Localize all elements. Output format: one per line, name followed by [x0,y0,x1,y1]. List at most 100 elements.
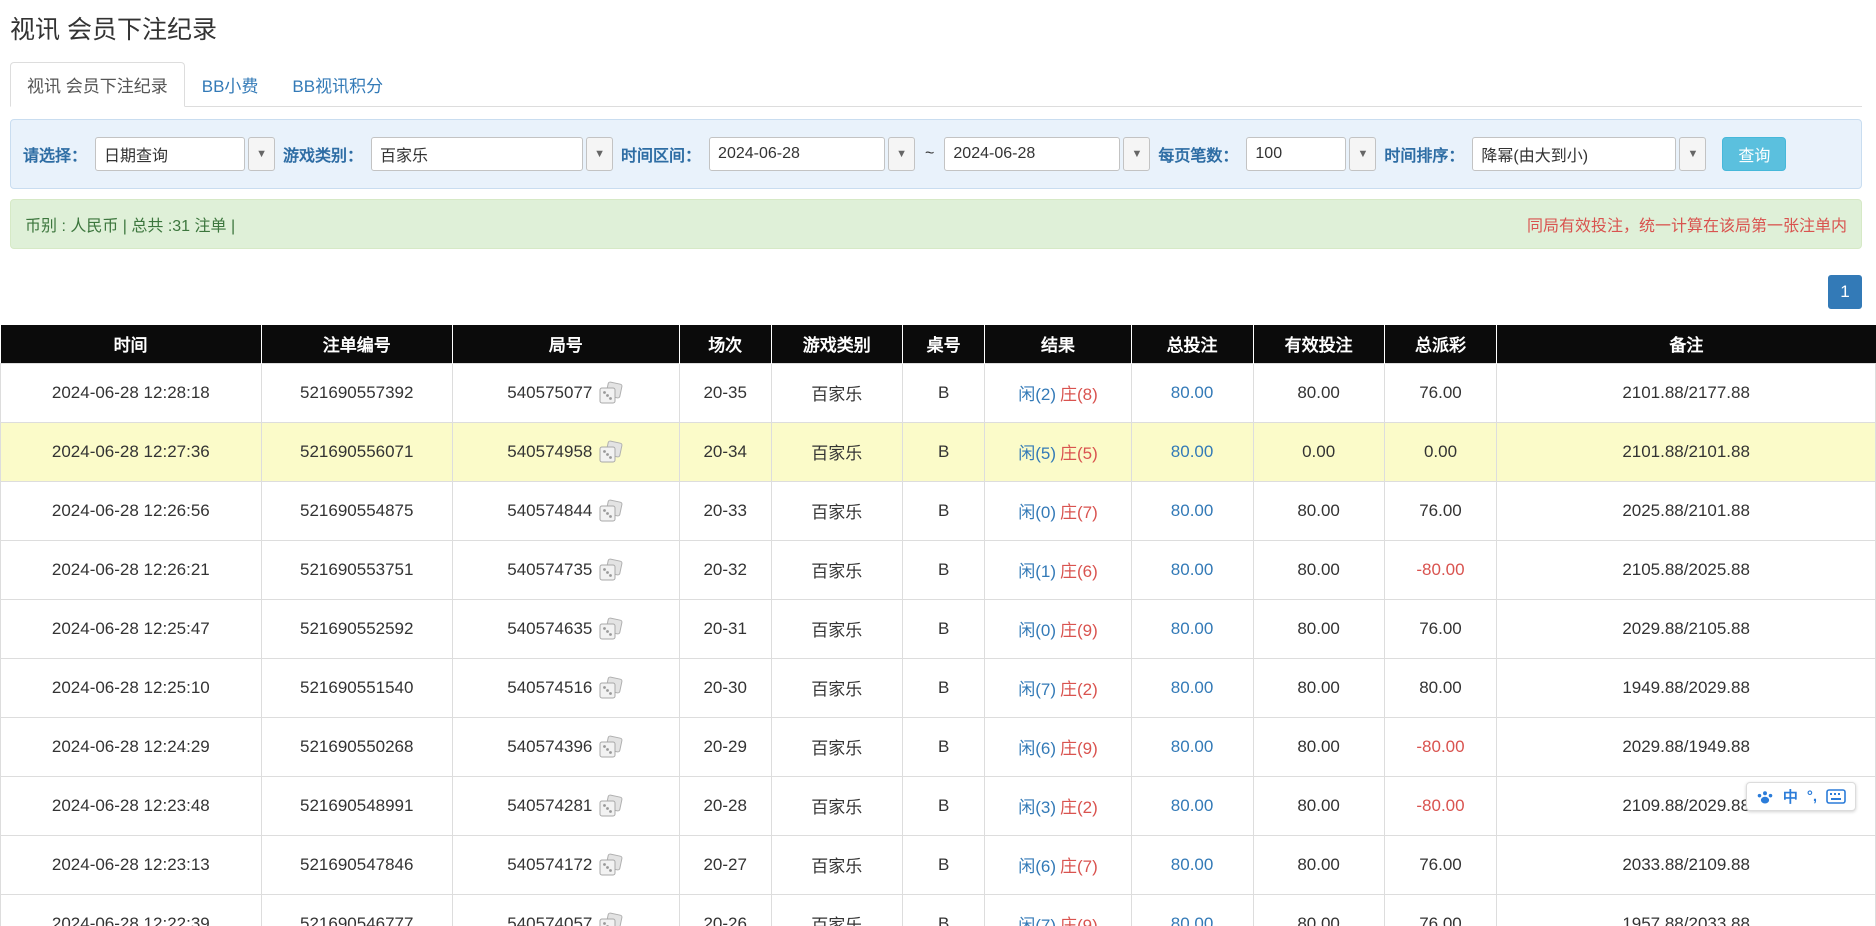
result-player: 闲(0) [1018,621,1056,640]
cell-session: 20-31 [679,599,771,658]
cell-total-bet: 80.00 [1131,717,1253,776]
page-button-1[interactable]: 1 [1828,275,1862,309]
table-row: 2024-06-28 12:22:39 521690546777 5405740… [1,894,1876,926]
cell-table-no: B [902,658,985,717]
cell-result: 闲(2)庄(8) [985,363,1131,422]
cell-table-no: B [902,894,985,926]
total-bet-link[interactable]: 80.00 [1171,855,1214,874]
cell-bet-id: 521690556071 [261,422,452,481]
time-range-label: 时间区间： [621,142,701,166]
game-category-caret-icon[interactable]: ▼ [586,137,613,171]
cell-session: 20-27 [679,835,771,894]
date-to-input[interactable] [944,137,1120,171]
result-player: 闲(7) [1018,680,1056,699]
total-bet-link[interactable]: 80.00 [1171,442,1214,461]
cell-time: 2024-06-28 12:26:56 [1,481,262,540]
total-bet-link[interactable]: 80.00 [1171,737,1214,756]
round-id-text: 540575077 [507,383,592,403]
total-bet-link[interactable]: 80.00 [1171,796,1214,815]
pagination: 1 [0,275,1862,309]
cell-total-bet: 80.00 [1131,894,1253,926]
ime-language-mode[interactable]: 中 [1783,786,1798,807]
column-header: 备注 [1497,325,1876,363]
tab-bb-video-points[interactable]: BB视讯积分 [275,62,400,107]
query-button[interactable]: 查询 [1722,137,1786,171]
cell-payout: 76.00 [1384,835,1497,894]
total-bet-link[interactable]: 80.00 [1171,501,1214,520]
cell-table-no: B [902,481,985,540]
tab-betting-records[interactable]: 视讯 会员下注纪录 [10,62,185,107]
table-row: 2024-06-28 12:28:18 521690557392 5405750… [1,363,1876,422]
cell-table-no: B [902,540,985,599]
cell-time: 2024-06-28 12:22:39 [1,894,262,926]
result-banker: 庄(2) [1060,680,1098,699]
date-from-caret-icon[interactable]: ▼ [888,137,915,171]
cell-total-bet: 80.00 [1131,599,1253,658]
cell-result: 闲(1)庄(6) [985,540,1131,599]
cell-game-category: 百家乐 [771,540,902,599]
dice-icon[interactable] [598,499,624,523]
range-separator: ~ [923,145,936,163]
column-header: 总派彩 [1384,325,1497,363]
ime-toolbar: 中 °, [1746,782,1856,811]
time-sort-input[interactable] [1472,137,1676,171]
dice-icon[interactable] [598,558,624,582]
cell-session: 20-32 [679,540,771,599]
cell-remark: 2029.88/1949.88 [1497,717,1876,776]
ime-paw-icon[interactable] [1756,789,1774,805]
time-sort-caret-icon[interactable]: ▼ [1679,137,1706,171]
total-bet-link[interactable]: 80.00 [1171,560,1214,579]
cell-session: 20-33 [679,481,771,540]
round-id-text: 540574396 [507,737,592,757]
tab-bb-tips[interactable]: BB小费 [185,62,276,107]
total-bet-link[interactable]: 80.00 [1171,914,1214,926]
column-header: 注单编号 [261,325,452,363]
date-to-caret-icon[interactable]: ▼ [1123,137,1150,171]
dice-icon[interactable] [598,381,624,405]
cell-result: 闲(3)庄(2) [985,776,1131,835]
dice-icon[interactable] [598,676,624,700]
dice-icon[interactable] [598,440,624,464]
cell-payout: 80.00 [1384,658,1497,717]
cell-game-category: 百家乐 [771,363,902,422]
round-id-text: 540574281 [507,796,592,816]
dice-icon[interactable] [598,912,624,926]
table-row: 2024-06-28 12:26:56 521690554875 5405748… [1,481,1876,540]
dice-icon[interactable] [598,735,624,759]
dice-icon[interactable] [598,617,624,641]
cell-game-category: 百家乐 [771,835,902,894]
cell-result: 闲(7)庄(9) [985,894,1131,926]
bets-table: 时间注单编号局号场次游戏类别桌号结果总投注有效投注总派彩备注 2024-06-2… [0,325,1876,926]
page-size-label: 每页笔数： [1158,142,1238,166]
query-type-combobox: ▼ [95,137,275,171]
cell-valid-bet: 80.00 [1253,776,1384,835]
result-banker: 庄(7) [1060,503,1098,522]
dice-icon[interactable] [598,853,624,877]
result-player: 闲(6) [1018,739,1056,758]
cell-remark: 2101.88/2101.88 [1497,422,1876,481]
cell-round-id: 540574516 [452,658,679,717]
time-sort-combobox: ▼ [1472,137,1706,171]
column-header: 结果 [985,325,1131,363]
cell-game-category: 百家乐 [771,481,902,540]
query-type-input[interactable] [95,137,245,171]
page-size-input[interactable] [1246,137,1346,171]
total-bet-link[interactable]: 80.00 [1171,678,1214,697]
cell-session: 20-35 [679,363,771,422]
total-bet-link[interactable]: 80.00 [1171,383,1214,402]
page-size-caret-icon[interactable]: ▼ [1349,137,1376,171]
cell-total-bet: 80.00 [1131,422,1253,481]
cell-remark: 1957.88/2033.88 [1497,894,1876,926]
cell-round-id: 540574057 [452,894,679,926]
ime-keyboard-icon[interactable] [1826,789,1846,804]
query-type-caret-icon[interactable]: ▼ [248,137,275,171]
total-bet-link[interactable]: 80.00 [1171,619,1214,638]
game-category-input[interactable] [371,137,583,171]
date-from-input[interactable] [709,137,885,171]
game-category-label: 游戏类别： [283,142,363,166]
cell-valid-bet: 80.00 [1253,835,1384,894]
ime-punctuation-icon[interactable]: °, [1807,788,1817,805]
cell-game-category: 百家乐 [771,776,902,835]
dice-icon[interactable] [598,794,624,818]
cell-time: 2024-06-28 12:24:29 [1,717,262,776]
